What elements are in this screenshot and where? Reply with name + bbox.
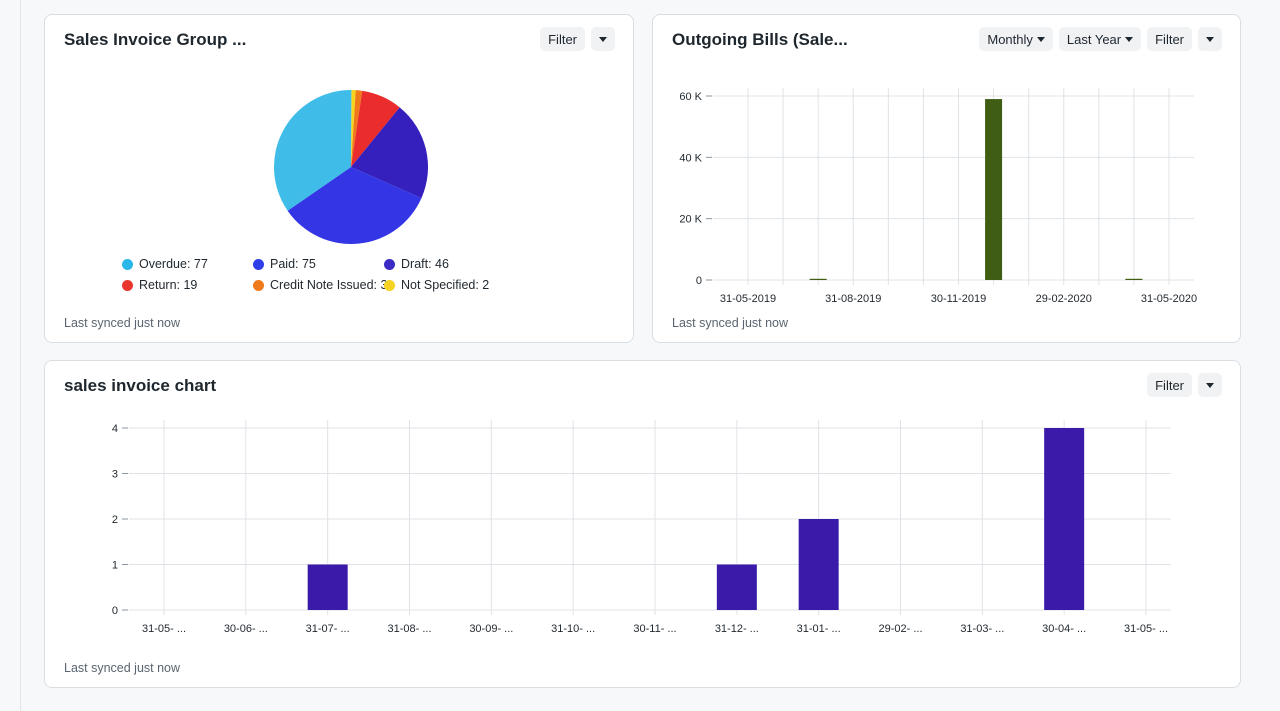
chevron-down-icon bbox=[1206, 382, 1214, 388]
last-synced-text: Last synced just now bbox=[672, 316, 789, 330]
legend-dot bbox=[122, 279, 133, 291]
x-tick-label: 31-08- ... bbox=[387, 623, 431, 635]
legend-dot bbox=[384, 279, 395, 291]
legend-label: Paid: 75 bbox=[270, 257, 316, 271]
y-tick-label: 20 K bbox=[679, 214, 702, 226]
legend-label: Not Specified: 2 bbox=[401, 278, 490, 292]
legend-item[interactable]: Return: 19 bbox=[122, 278, 197, 292]
legend-item[interactable]: Draft: 46 bbox=[384, 257, 449, 271]
card-title: Sales Invoice Group ... bbox=[64, 30, 247, 49]
legend-dot bbox=[122, 258, 133, 270]
bar[interactable] bbox=[985, 99, 1003, 280]
legend-item[interactable]: Overdue: 77 bbox=[122, 257, 208, 271]
last-synced-text: Last synced just now bbox=[64, 661, 181, 675]
sales-invoice-group-card: Sales Invoice Group ... Filter Overdue: … bbox=[44, 14, 634, 343]
y-tick-label: 60 K bbox=[679, 91, 702, 103]
legend-item[interactable]: Paid: 75 bbox=[253, 257, 316, 271]
legend-label: Draft: 46 bbox=[401, 257, 449, 271]
x-tick-label: 31-05- ... bbox=[142, 623, 186, 635]
card-title: Outgoing Bills (Sale... bbox=[672, 30, 848, 49]
filter-button[interactable]: Filter bbox=[540, 27, 585, 51]
sales-invoice-bar-chart: 0 1 2 3 4 31-05- ... 30-06- ... 31-07- ... 31-08… bbox=[112, 420, 1171, 635]
period-dropdown[interactable]: Monthly bbox=[979, 27, 1053, 51]
pie-chart bbox=[273, 90, 428, 244]
outgoing-bills-bar-chart: 0 20 K 40 K 60 K 31-05-2019 31-08-2019 30-11-2… bbox=[679, 88, 1197, 305]
chevron-down-icon bbox=[599, 36, 607, 42]
x-tick-label: 30-09- ... bbox=[469, 623, 513, 635]
page-left-border bbox=[20, 0, 21, 711]
legend-dot bbox=[253, 258, 264, 270]
last-synced-text: Last synced just now bbox=[64, 316, 181, 330]
card-actions: Monthly Last Year Filter bbox=[979, 27, 1222, 51]
x-tick-label: 31-03- ... bbox=[960, 623, 1004, 635]
legend-item[interactable]: Not Specified: 2 bbox=[384, 278, 489, 292]
legend-label: Return: 19 bbox=[139, 278, 198, 292]
timespan-label: Last Year bbox=[1066, 31, 1122, 47]
x-tick-label: 30-11-2019 bbox=[931, 293, 986, 305]
chevron-down-icon bbox=[1206, 36, 1214, 42]
y-tick-label: 4 bbox=[112, 423, 118, 435]
y-tick-label: 3 bbox=[112, 469, 118, 481]
sales-invoice-chart-card: sales invoice chart Filter 0 1 2 3 4 31-05- .… bbox=[44, 360, 1241, 688]
legend-label: Credit Note Issued: 3 bbox=[270, 278, 388, 292]
bar[interactable] bbox=[1125, 278, 1143, 280]
x-tick-label: 31-05- ... bbox=[1124, 623, 1168, 635]
x-tick-label: 31-07- ... bbox=[306, 623, 350, 635]
chevron-down-icon bbox=[1125, 36, 1134, 42]
legend-dot bbox=[253, 279, 264, 291]
legend-item[interactable]: Credit Note Issued: 3 bbox=[253, 278, 387, 292]
x-tick-label: 30-11- ... bbox=[633, 623, 676, 635]
x-tick-label: 31-01- ... bbox=[797, 623, 841, 635]
x-tick-label: 31-10- ... bbox=[551, 623, 595, 635]
outgoing-bills-card: Outgoing Bills (Sale... Monthly Last Yea… bbox=[652, 14, 1241, 343]
x-tick-label: 30-04- ... bbox=[1042, 623, 1086, 635]
legend-label: Overdue: 77 bbox=[139, 257, 208, 271]
bar[interactable] bbox=[1044, 428, 1085, 610]
y-tick-label: 2 bbox=[112, 514, 118, 526]
card-actions: Filter bbox=[540, 27, 615, 51]
x-tick-label: 30-06- ... bbox=[224, 623, 268, 635]
chevron-down-icon bbox=[1036, 36, 1045, 42]
x-tick-label: 29-02- ... bbox=[878, 623, 922, 635]
bar[interactable] bbox=[716, 564, 757, 611]
y-tick-label: 0 bbox=[696, 275, 702, 287]
options-dropdown-button[interactable] bbox=[1198, 27, 1222, 51]
y-tick-label: 0 bbox=[112, 605, 118, 617]
bar[interactable] bbox=[307, 564, 348, 611]
legend-dot bbox=[384, 258, 395, 270]
card-title: sales invoice chart bbox=[64, 376, 217, 395]
bar[interactable] bbox=[809, 278, 827, 280]
period-label: Monthly bbox=[987, 31, 1033, 47]
filter-button[interactable]: Filter bbox=[1147, 27, 1192, 51]
bar[interactable] bbox=[798, 519, 839, 610]
x-tick-label: 31-05-2019 bbox=[720, 293, 776, 305]
x-tick-label: 31-08-2019 bbox=[825, 293, 881, 305]
x-tick-label: 31-12- ... bbox=[715, 623, 759, 635]
card-actions: Filter bbox=[1147, 373, 1222, 397]
options-dropdown-button[interactable] bbox=[591, 27, 615, 51]
y-tick-label: 40 K bbox=[679, 152, 702, 164]
y-tick-label: 1 bbox=[112, 560, 118, 572]
x-tick-label: 31-05-2020 bbox=[1141, 293, 1197, 305]
filter-button[interactable]: Filter bbox=[1147, 373, 1192, 397]
timespan-dropdown[interactable]: Last Year bbox=[1058, 27, 1142, 51]
options-dropdown-button[interactable] bbox=[1198, 373, 1222, 397]
x-tick-label: 29-02-2020 bbox=[1036, 293, 1092, 305]
